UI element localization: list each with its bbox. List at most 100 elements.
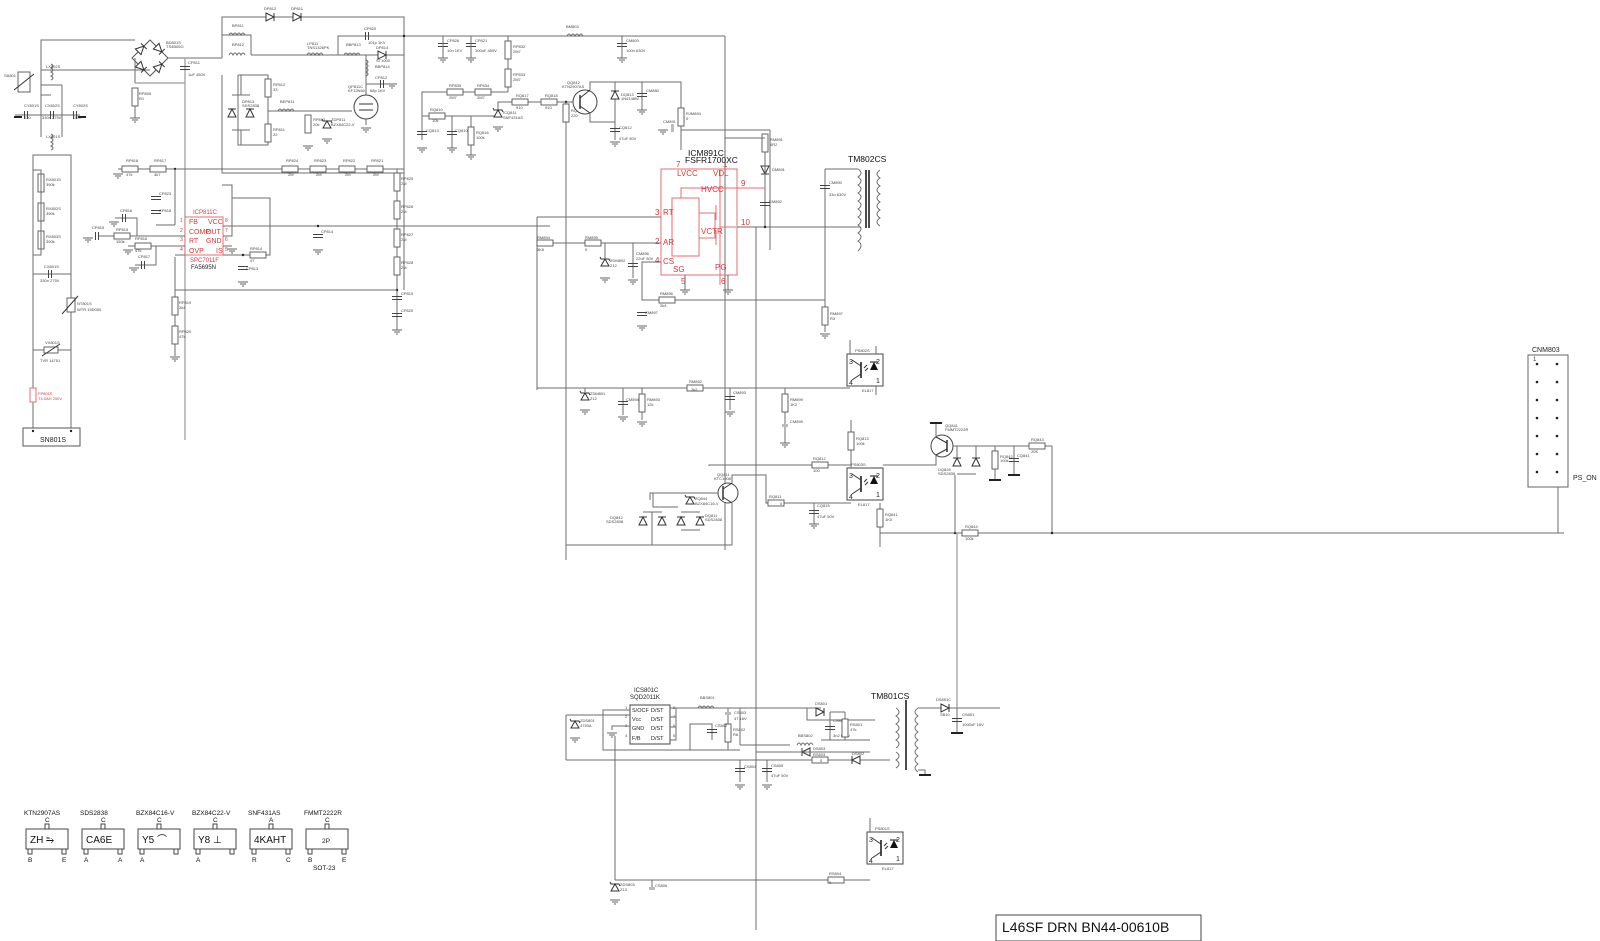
cnm803-label: CNM803 bbox=[1532, 347, 1560, 354]
cs804-label: CS804 bbox=[744, 764, 757, 769]
rjm894-value: 0 bbox=[686, 116, 689, 121]
cm800-value: 100n 630V bbox=[626, 48, 646, 53]
icp811c-part: SPC7011F bbox=[190, 258, 219, 264]
cp813-label: CP813 bbox=[246, 266, 259, 271]
pin-dst: D/ST bbox=[651, 736, 664, 742]
pin-vdl: VDL bbox=[713, 169, 729, 178]
icp811c-part2: FA5695N bbox=[191, 265, 216, 271]
rp832-value: 2M7 bbox=[513, 49, 522, 54]
llc-controller-ic: ICM891C FSFR1700XC LVCC VDL HVCC RT VCTR… bbox=[655, 148, 765, 286]
cm899-label: CM899 bbox=[790, 419, 804, 424]
pin-num: 3 bbox=[180, 237, 183, 243]
connector-pin bbox=[1555, 434, 1559, 438]
cs851-value: 1000uF 16V bbox=[962, 722, 984, 727]
pin-num: 2 bbox=[655, 237, 660, 246]
title-block: L46SF DRN BN44-00610B bbox=[995, 914, 1202, 941]
package-pin-left: A bbox=[84, 857, 89, 864]
rm896-label: RM896 bbox=[660, 291, 674, 296]
rp816-label: RP816 bbox=[135, 236, 148, 241]
rp817-value: 4k7 bbox=[154, 172, 161, 177]
package-lead bbox=[139, 848, 145, 855]
pin-num: 1 bbox=[180, 218, 183, 224]
standby-transformer: TM801CS bbox=[871, 691, 932, 776]
cy801s-label: CY801S bbox=[24, 103, 39, 108]
package-part-name: SDS2838 bbox=[80, 810, 108, 817]
pin-num: 4 bbox=[625, 733, 628, 738]
pin-is: IS bbox=[216, 248, 223, 255]
ds802-label: DS802 bbox=[852, 751, 865, 756]
package-item: SNF431ASA R C 4KAHT bbox=[248, 810, 293, 864]
rq841-value: 1K0 bbox=[885, 517, 893, 522]
rm895-label: RM895 bbox=[585, 235, 599, 240]
rp818-value: 47k bbox=[126, 172, 132, 177]
cm897-label: CM897 bbox=[645, 310, 659, 315]
cp814-label: CP814 bbox=[321, 229, 334, 234]
cq815-label: CQ815 bbox=[817, 503, 830, 508]
rx802s-value: 390k bbox=[46, 211, 55, 216]
rp814-value: 47 bbox=[250, 258, 255, 263]
pin-vcc: VCC bbox=[208, 219, 223, 226]
package-lead bbox=[27, 848, 33, 855]
opto-pin3: 3 bbox=[869, 837, 873, 844]
schematic-canvas: SA801 LX802S CY801S 220 CX802S 330n 275V… bbox=[4, 6, 1597, 941]
cp821-label: CP821 bbox=[475, 38, 488, 43]
cp811-value: 1uF 450V bbox=[188, 72, 206, 77]
package-lead bbox=[117, 848, 123, 855]
optocoupler-ps801s: 3 4 2 1 PS801S EL817 bbox=[866, 818, 904, 871]
pin-gnd: GND bbox=[632, 726, 644, 732]
package-pin-right: A bbox=[118, 857, 123, 864]
package-pin-top: A bbox=[269, 817, 274, 824]
icm891c-part: FSFR1700XC bbox=[685, 155, 738, 165]
dq842-value: SDS2838 bbox=[606, 519, 624, 524]
rm896-value: 2k4 bbox=[660, 303, 667, 308]
rp827-value: 2M bbox=[401, 237, 407, 242]
rq810-value: 10k bbox=[432, 118, 438, 123]
lx801s-label: LX801S bbox=[46, 134, 61, 139]
rp822-label: RP822 bbox=[343, 158, 356, 163]
bp811-label: BP811 bbox=[232, 23, 244, 28]
cq812-label: CQ812 bbox=[619, 125, 632, 130]
opto-pin1: 1 bbox=[876, 492, 880, 499]
connector-pin bbox=[1535, 380, 1539, 384]
connector-pin bbox=[1555, 380, 1559, 384]
opto-pin2: 2 bbox=[876, 359, 880, 366]
connector-pin bbox=[1555, 470, 1559, 474]
rp820-value: 47k bbox=[179, 334, 185, 339]
package-pin-top: C bbox=[213, 817, 218, 824]
cq841-label: CQ841 bbox=[1017, 453, 1030, 458]
pin-num: 8 bbox=[225, 218, 228, 224]
rq816-value: 100k bbox=[476, 135, 485, 140]
opto-pin4: 4 bbox=[849, 494, 853, 501]
ics801c-label: ICS801C bbox=[634, 688, 659, 694]
bbp814-label: BBP814 bbox=[375, 64, 390, 69]
fuse bbox=[29, 387, 37, 403]
sot23-package-legend: KTN2907ASCB EZH ⥱SDS2838CA ACA6EBZX84C16-V… bbox=[24, 810, 349, 872]
ps802s-value: EL817 bbox=[862, 388, 874, 393]
package-marking: CA6E bbox=[86, 835, 112, 846]
ps801s-label: PS801S bbox=[875, 826, 890, 831]
rq842-value: 100k bbox=[1000, 458, 1009, 463]
ds803-label: DS803 bbox=[813, 746, 826, 751]
connector-pin bbox=[1555, 362, 1559, 366]
cx802s-value: 330n 275V bbox=[42, 115, 62, 120]
pin-vcc: Vcc bbox=[632, 717, 641, 723]
pin-num: 3 bbox=[655, 208, 660, 217]
rp828-value: 2M bbox=[401, 265, 407, 270]
package-lead bbox=[61, 848, 67, 855]
package-lead bbox=[268, 823, 274, 830]
package-lead bbox=[156, 823, 162, 830]
cp816-label: CP816 bbox=[120, 208, 133, 213]
opto-pin3: 3 bbox=[849, 359, 853, 366]
qq841-value: FMMT2222R bbox=[945, 427, 968, 432]
rq843-value: 20K bbox=[1031, 449, 1038, 454]
package-lead bbox=[212, 823, 218, 830]
cq813-label: CQ813 bbox=[426, 128, 439, 133]
dp814-label: DP814 bbox=[376, 45, 389, 50]
rm891-value: 6R2 bbox=[770, 142, 778, 147]
connector-pin bbox=[1555, 398, 1559, 402]
package-lead bbox=[44, 823, 50, 830]
package-item: BZX84C16-VC A Y5 ⌒ bbox=[136, 810, 181, 864]
package-pin-left: B bbox=[28, 857, 32, 864]
ps801s-value: EL817 bbox=[882, 866, 894, 871]
rp823-value: 2M bbox=[316, 172, 322, 177]
